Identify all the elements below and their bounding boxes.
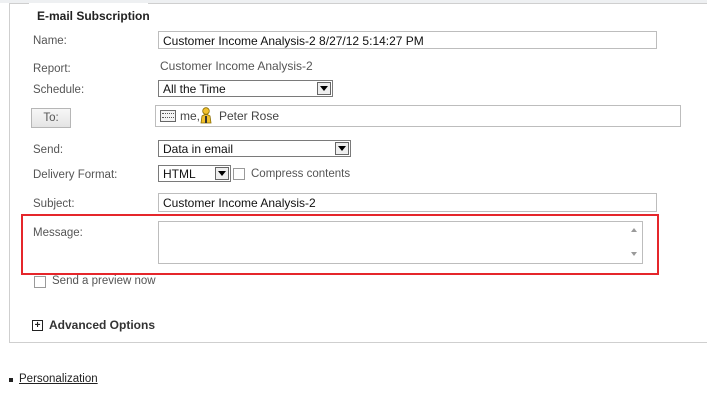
message-textarea[interactable]	[158, 221, 643, 264]
delivery-format-label: Delivery Format:	[33, 169, 118, 181]
send-selected: Data in email	[163, 142, 234, 156]
user-icon	[200, 107, 212, 124]
recipient-user: Peter Rose	[219, 109, 280, 123]
expand-plus-icon[interactable]: +	[32, 320, 43, 331]
bullet-icon	[9, 378, 13, 382]
subject-input-value: Customer Income Analysis-2	[163, 196, 316, 210]
subject-input[interactable]: Customer Income Analysis-2	[158, 193, 657, 212]
panel-border	[148, 3, 707, 4]
compress-label: Compress contents	[251, 168, 351, 180]
schedule-label: Schedule:	[33, 84, 85, 96]
name-label: Name:	[33, 35, 67, 47]
chevron-down-icon[interactable]	[317, 82, 331, 95]
message-label: Message:	[33, 227, 83, 239]
report-label: Report:	[33, 63, 71, 75]
keyboard-icon	[160, 110, 176, 122]
scroll-down-icon[interactable]	[631, 252, 637, 256]
to-button[interactable]: To:	[31, 108, 71, 128]
recipient-me: me,	[180, 109, 201, 123]
schedule-selected: All the Time	[163, 82, 226, 96]
chevron-down-icon[interactable]	[335, 142, 349, 155]
personalization-link[interactable]: Personalization	[19, 373, 98, 385]
compress-checkbox[interactable]	[233, 168, 245, 180]
scroll-up-icon[interactable]	[631, 228, 637, 232]
name-input[interactable]: Customer Income Analysis-2 8/27/12 5:14:…	[158, 31, 657, 49]
chevron-down-icon[interactable]	[215, 167, 229, 180]
advanced-options-toggle[interactable]: Advanced Options	[49, 318, 155, 332]
delivery-format-select[interactable]: HTML	[158, 165, 231, 182]
panel-border	[9, 3, 29, 4]
send-select[interactable]: Data in email	[158, 140, 351, 157]
subject-label: Subject:	[33, 198, 75, 210]
send-preview-label: Send a preview now	[52, 275, 156, 287]
schedule-select[interactable]: All the Time	[158, 80, 333, 97]
delivery-format-selected: HTML	[163, 167, 196, 181]
report-value: Customer Income Analysis-2	[160, 59, 313, 73]
section-title: E-mail Subscription	[33, 9, 154, 23]
name-input-value: Customer Income Analysis-2 8/27/12 5:14:…	[163, 34, 424, 48]
send-preview-checkbox[interactable]	[34, 276, 46, 288]
top-strip	[0, 0, 707, 3]
send-label: Send:	[33, 144, 64, 156]
